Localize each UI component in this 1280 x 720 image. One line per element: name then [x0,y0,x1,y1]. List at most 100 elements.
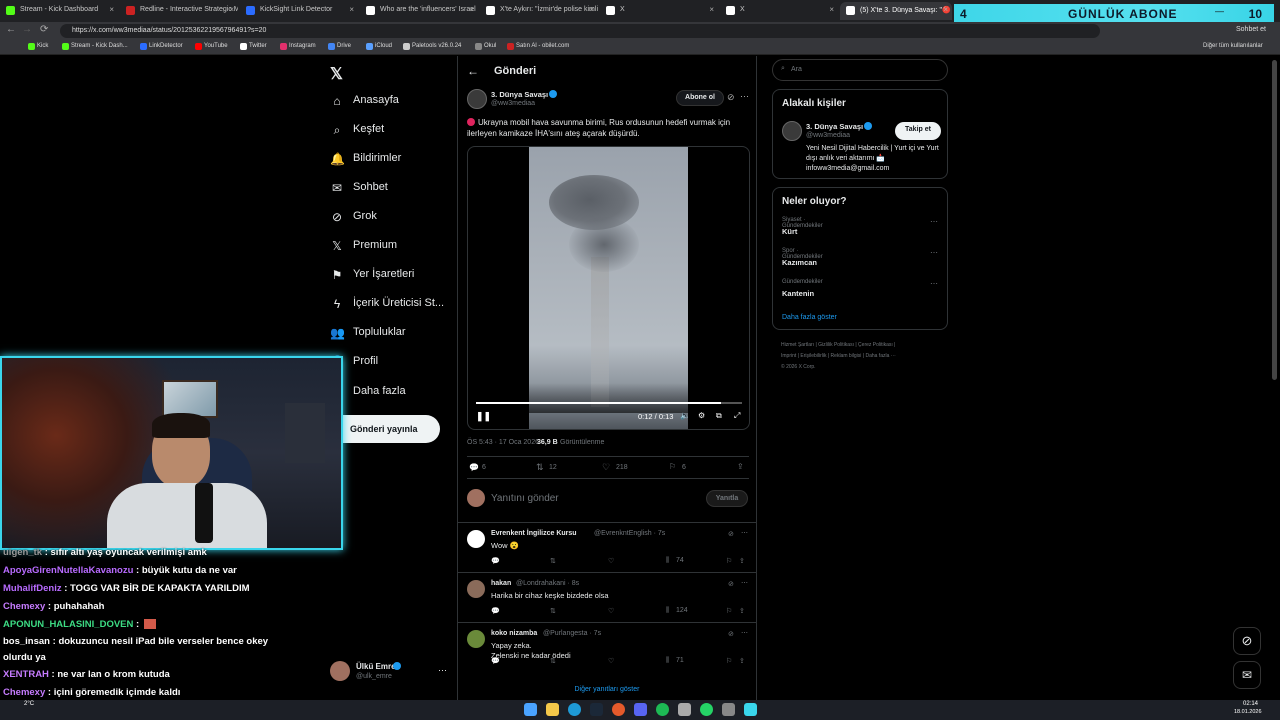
url-bar[interactable]: https://x.com/ww3mediaa/status/201253622… [60,24,1100,38]
chat-username[interactable]: ApoyaGirenNutellaKavanozu [3,565,133,576]
reply-more-icon[interactable]: ⋯ [741,579,748,587]
trend-more-icon[interactable]: ⋯ [930,279,938,288]
nav-item[interactable]: ⌂ Anasayfa [330,94,399,114]
reply-item[interactable]: hakan @Londrahakani · 8s Harika bir cihaz … [458,572,756,622]
browser-tab[interactable]: X'te Aykırı: "İzmir'de polise kimliğ × [480,2,598,20]
steam-icon[interactable] [590,703,603,716]
browser-tab[interactable]: Stream - Kick Dashboard × [0,2,118,20]
reply-avatar[interactable] [467,580,485,598]
app-icon[interactable] [678,703,691,716]
reply-bookmark-icon[interactable]: ⚐ [726,657,732,665]
tab-close-icon[interactable]: × [709,5,714,14]
author-avatar[interactable] [467,89,487,109]
reply-author[interactable]: koko nizamba [491,630,537,637]
repost-icon[interactable]: ⇅ [536,462,544,473]
reply-more-icon[interactable]: ⋯ [741,629,748,637]
trend-name[interactable]: Kürt [782,227,797,236]
reply-reply-icon[interactable]: 💬 [491,657,500,665]
trends-show-more[interactable]: Daha fazla göster [782,314,837,321]
trend-more-icon[interactable]: ⋯ [930,248,938,257]
reply-share-icon[interactable]: ⇪ [739,657,745,665]
nav-item[interactable]: ✉ Sohbet [330,181,388,201]
nav-item[interactable]: ⌕ Keşfet [330,123,385,143]
reply-more-icon[interactable]: ⋯ [741,529,748,537]
settings-icon[interactable]: ⚙ [698,411,705,420]
other-bookmarks[interactable]: Diğer tüm kullanılanlar [1203,43,1263,49]
reply-item[interactable]: Evrenkent İngilizce Kursu @EvrenkntEnglis… [458,522,756,572]
reply-like-icon[interactable]: ♡ [608,607,614,615]
reply-share-icon[interactable]: ⇪ [739,607,745,615]
reply-author[interactable]: hakan [491,580,511,587]
like-icon[interactable]: ♡ [602,462,610,473]
subscribe-button[interactable]: Abone ol [676,90,724,106]
edge-icon[interactable] [568,703,581,716]
chat-username[interactable]: uigen_tk [3,547,42,558]
window-controls[interactable]: — [1215,6,1224,16]
chat-username[interactable]: MuhalifDeniz [3,583,62,594]
file-explorer-icon[interactable] [546,703,559,716]
reply-grok-icon[interactable]: ⊘ [728,530,734,538]
search-input[interactable]: ⌕ Ara [772,59,948,81]
account-more-icon[interactable]: ⋯ [438,665,447,676]
nav-item[interactable]: ⊘ Grok [330,210,377,230]
pause-icon[interactable]: ❚❚ [476,411,491,422]
bookmark-item[interactable]: Drive [328,43,351,50]
reply-reply-icon[interactable]: 💬 [491,557,500,565]
show-more-replies[interactable]: Diğer yanıtları göster [458,686,756,693]
author-name[interactable]: 3. Dünya Savaşı [491,90,548,99]
tab-close-icon[interactable]: × [469,5,474,14]
bookmark-item[interactable]: Satın Al - obilet.com [507,43,569,50]
reply-views-icon[interactable]: ⫼ [666,657,669,665]
trend-name[interactable]: Kazımcan [782,258,817,267]
nav-item[interactable]: ϟ İçerik Üreticisi St... [330,297,444,317]
reply-views-icon[interactable]: ⫼ [666,557,669,565]
page-scrollbar[interactable] [1272,60,1277,380]
reply-repost-icon[interactable]: ⇅ [550,657,556,665]
tab-close-icon[interactable]: × [943,5,948,14]
footer-links-1[interactable]: Hizmet Şartları | Gizlilik Politikası | … [781,342,895,348]
nav-item[interactable]: 🔔 Bildirimler [330,152,401,172]
browser-tab[interactable]: KickSight Link Detector × [240,2,358,20]
follow-button[interactable]: Takip et [895,122,941,140]
chat-username[interactable]: bos_insan [3,636,50,647]
reply-like-icon[interactable]: ♡ [608,657,614,665]
post-timestamp[interactable]: ÖS 5:43 · 17 Oca 2026 · [467,439,543,446]
reply-grok-icon[interactable]: ⊘ [728,630,734,638]
tab-close-icon[interactable]: × [229,5,234,14]
reply-avatar[interactable] [467,530,485,548]
reply-icon[interactable]: 💬 [469,463,479,472]
video-progress-track[interactable] [476,402,742,404]
chat-username[interactable]: Chemexy [3,687,45,698]
tab-close-icon[interactable]: × [349,5,354,14]
reload-icon[interactable]: ⟳ [40,24,48,35]
reply-views-icon[interactable]: ⫼ [666,607,669,615]
related-name[interactable]: 3. Dünya Savaşı [806,122,863,131]
spotify-icon[interactable] [656,703,669,716]
obs-icon[interactable] [612,703,625,716]
bookmark-item[interactable]: Paletools v26.0.24 [403,43,461,50]
account-name[interactable]: Ülkü Emre [356,662,396,671]
fullscreen-icon[interactable]: ⤢ [734,411,740,421]
grok-float-icon[interactable]: ⊘ [1233,627,1261,655]
related-avatar[interactable] [782,121,802,141]
reply-grok-icon[interactable]: ⊘ [728,580,734,588]
share-icon[interactable]: ⇪ [737,462,744,471]
back-arrow-icon[interactable]: ← [467,64,479,78]
grok-icon[interactable]: ⊘ [727,92,735,103]
pip-icon[interactable]: ⧉ [716,411,722,421]
chat-username[interactable]: APONUN_HALASINI_DOVEN [3,619,133,630]
reply-share-icon[interactable]: ⇪ [739,557,745,565]
app-icon-2[interactable] [722,703,735,716]
browser-tab[interactable]: Who are the 'influencers' Israel is × [360,2,478,20]
footer-links-2[interactable]: Imprint | Erişilebilirlik | Reklam bilgi… [781,353,896,359]
reply-button[interactable]: Yanıtla [706,490,748,507]
reply-author[interactable]: Evrenkent İngilizce Kursu [491,530,577,537]
forward-icon[interactable]: → [22,24,32,35]
reply-item[interactable]: koko nizamba @Purlangesta · 7s Yapay zeka.… [458,622,756,672]
reply-bookmark-icon[interactable]: ⚐ [726,607,732,615]
reply-reply-icon[interactable]: 💬 [491,607,500,615]
tab-close-icon[interactable]: × [589,5,594,14]
bookmark-item[interactable]: Okul [475,43,496,50]
browser-tab[interactable]: X × [720,2,838,20]
tab-close-icon[interactable]: × [109,5,114,14]
